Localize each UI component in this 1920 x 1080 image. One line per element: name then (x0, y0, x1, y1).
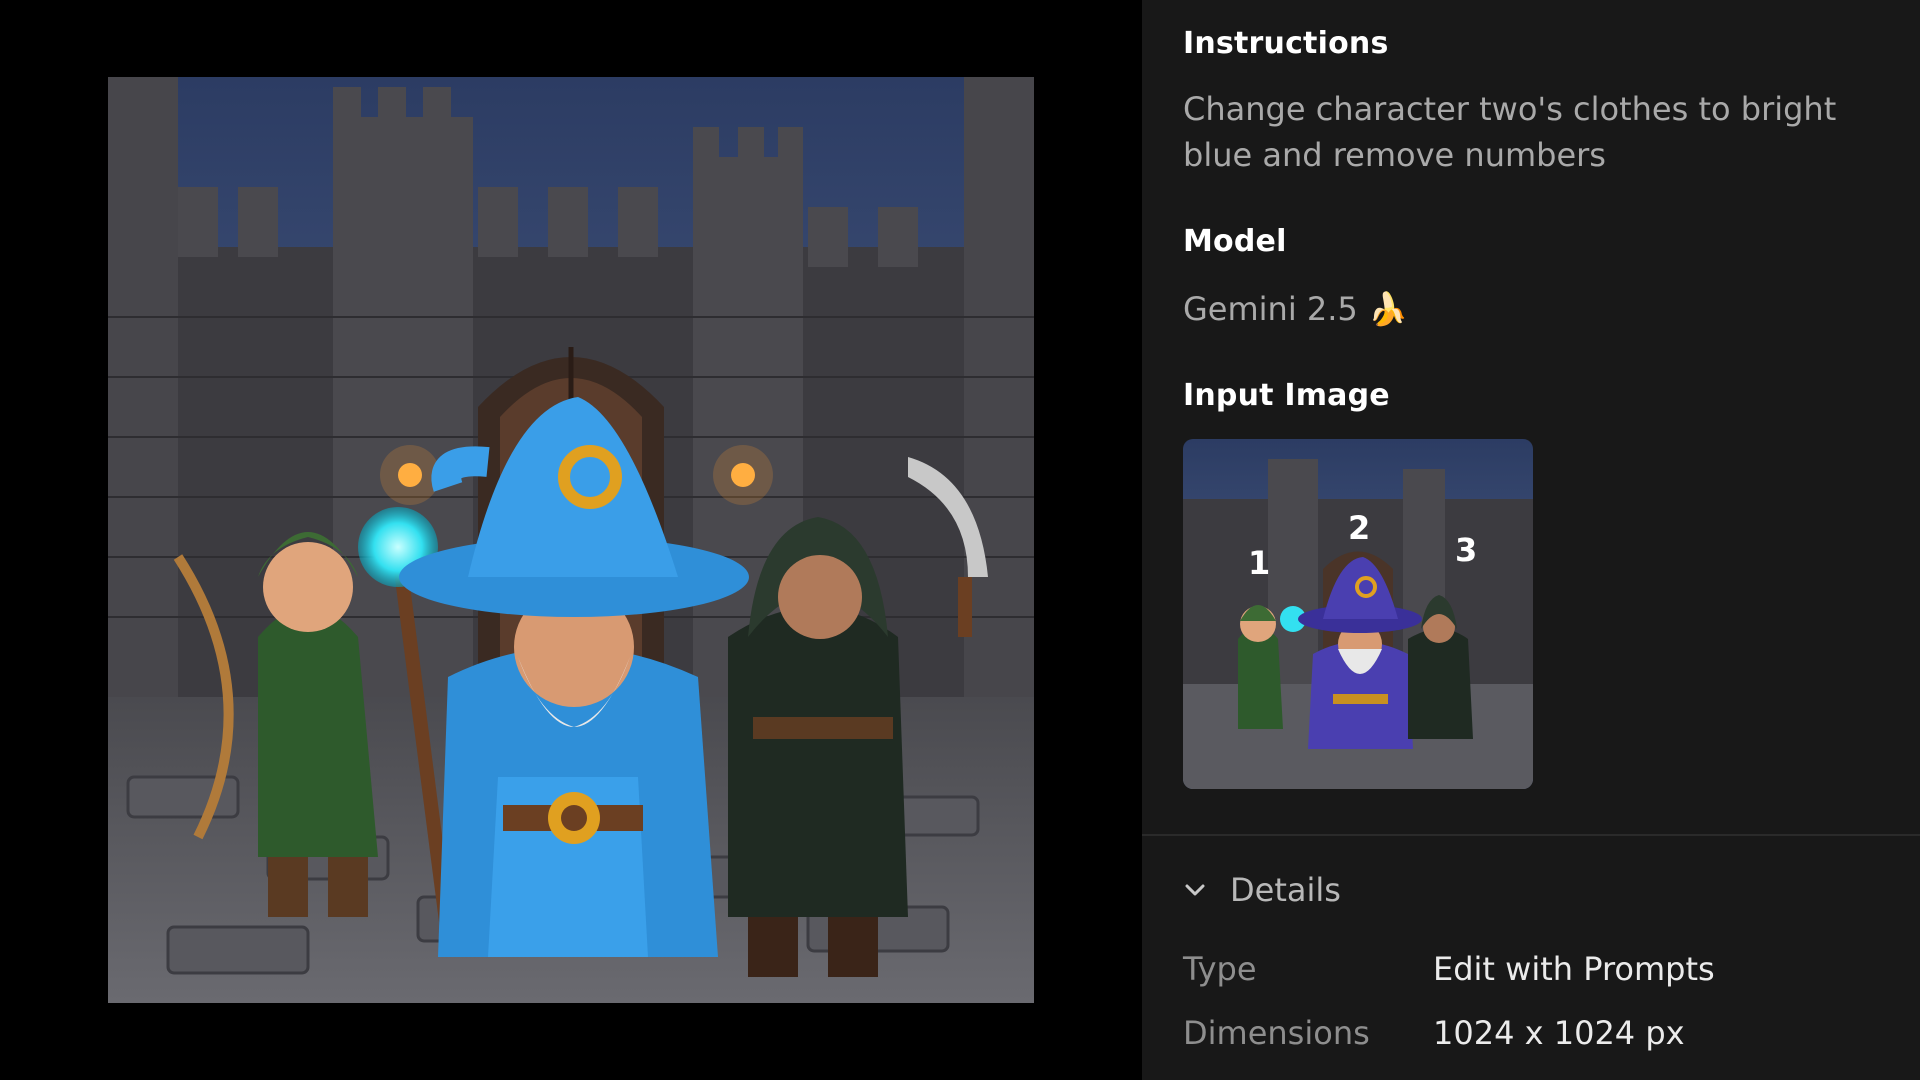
input-label-3: 3 (1455, 531, 1477, 569)
details-label: Details (1230, 871, 1341, 909)
detail-value-dimensions: 1024 x 1024 px (1433, 1014, 1685, 1052)
input-image-illustration: 1 2 3 (1183, 439, 1533, 789)
image-stage (0, 0, 1142, 1080)
input-image-heading: Input Image (1183, 378, 1390, 413)
chevron-down-icon (1180, 875, 1210, 905)
details-toggle[interactable]: Details (1180, 868, 1341, 912)
detail-value-type: Edit with Prompts (1433, 950, 1715, 988)
input-label-1: 1 (1248, 544, 1270, 582)
section-divider (1142, 834, 1920, 836)
model-heading: Model (1183, 224, 1287, 259)
detail-key-dimensions: Dimensions (1183, 1014, 1370, 1052)
app-root: Instructions Change character two's clot… (0, 0, 1920, 1080)
details-panel: Instructions Change character two's clot… (1142, 0, 1920, 1080)
model-value: Gemini 2.5 🍌 (1183, 290, 1408, 328)
input-label-2: 2 (1348, 509, 1370, 547)
detail-key-type: Type (1183, 950, 1257, 988)
input-image-thumbnail[interactable]: 1 2 3 (1183, 439, 1533, 789)
instructions-heading: Instructions (1183, 26, 1389, 61)
instructions-text: Change character two's clothes to bright… (1183, 90, 1837, 174)
result-image[interactable] (108, 77, 1034, 1003)
result-image-illustration (108, 77, 1034, 1003)
